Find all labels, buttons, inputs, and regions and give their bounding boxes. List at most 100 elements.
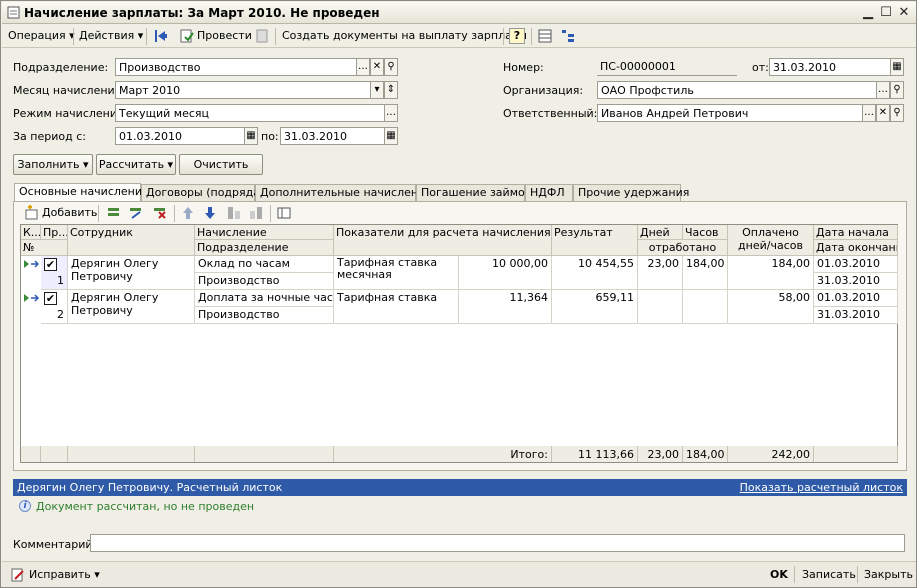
tab-other-deductions[interactable]: Прочие удержания bbox=[573, 184, 689, 201]
maximize-icon[interactable]: ☐ bbox=[878, 5, 894, 21]
accrual-cell[interactable]: Оклад по часам bbox=[195, 256, 334, 273]
select-button[interactable]: … bbox=[862, 104, 876, 122]
select-button[interactable]: … bbox=[384, 104, 398, 122]
indicator-cell[interactable]: Тарифная ставка месячная bbox=[334, 256, 459, 290]
indicator-value-cell[interactable]: 11,364 bbox=[459, 290, 552, 324]
result-cell[interactable]: 659,11 bbox=[552, 290, 638, 324]
post-icon[interactable] bbox=[179, 28, 195, 44]
col-indicators[interactable]: Показатели для расчета начисления bbox=[334, 225, 552, 256]
calculate-button[interactable]: Рассчитать ▾ bbox=[96, 154, 176, 175]
clear-button[interactable]: Очистить bbox=[179, 154, 263, 175]
add-icon[interactable] bbox=[24, 205, 40, 221]
date-end-cell[interactable]: 31.03.2010 bbox=[814, 273, 898, 290]
col-result[interactable]: Результат bbox=[552, 225, 638, 256]
select-button[interactable]: … bbox=[876, 81, 890, 99]
organization-field[interactable]: ОАО Профстиль bbox=[597, 81, 877, 99]
list-view-icon[interactable] bbox=[537, 28, 553, 44]
indicator-cell[interactable]: Тарифная ставка bbox=[334, 290, 459, 324]
unpost-icon[interactable] bbox=[254, 28, 270, 44]
minimize-icon[interactable]: ▁ bbox=[860, 5, 876, 21]
save-button[interactable]: Записать bbox=[802, 568, 856, 581]
sort-asc-icon[interactable] bbox=[226, 205, 242, 221]
fill-button[interactable]: Заполнить ▾ bbox=[13, 154, 93, 175]
create-payment-docs-button[interactable]: Создать документы на выплату зарплаты bbox=[282, 29, 527, 42]
table-row[interactable]: ✔ 2 Дерягин Олегу Петровичу Доплата за но… bbox=[21, 290, 898, 324]
subdivision-cell[interactable]: Производство bbox=[195, 307, 334, 324]
tab-contracts[interactable]: Договоры (подряда) bbox=[141, 184, 264, 201]
col-days[interactable]: Дней bbox=[638, 225, 683, 240]
close-button[interactable]: Закрыть bbox=[864, 568, 913, 581]
col-hours[interactable]: Часов bbox=[683, 225, 728, 240]
clear-icon[interactable]: ✕ bbox=[370, 58, 384, 76]
col-pr[interactable]: Пр... bbox=[41, 225, 68, 240]
date-field[interactable]: 31.03.2010 bbox=[769, 58, 891, 76]
date-end-cell[interactable]: 31.03.2010 bbox=[814, 307, 898, 324]
paid-cell[interactable]: 58,00 bbox=[728, 290, 814, 324]
edit-menu[interactable]: Исправить ▾ bbox=[29, 568, 100, 581]
employee-cell[interactable]: Дерягин Олегу Петровичу bbox=[68, 290, 195, 324]
copy-row-icon[interactable] bbox=[106, 205, 122, 221]
col-subdivision[interactable]: Подразделение bbox=[195, 240, 334, 256]
operation-menu[interactable]: Операция ▾ bbox=[8, 29, 75, 42]
subdivision-cell[interactable]: Производство bbox=[195, 273, 334, 290]
delete-row-icon[interactable] bbox=[152, 205, 168, 221]
col-employee[interactable]: Сотрудник bbox=[68, 225, 195, 256]
hours-cell[interactable]: 184,00 bbox=[683, 256, 728, 290]
select-button[interactable]: … bbox=[356, 58, 370, 76]
calendar-icon[interactable]: ▦ bbox=[244, 127, 258, 145]
edit-row-icon[interactable] bbox=[128, 205, 144, 221]
accrual-cell[interactable]: Доплата за ночные часы bbox=[195, 290, 334, 307]
columns-icon[interactable] bbox=[276, 205, 292, 221]
sort-desc-icon[interactable] bbox=[248, 205, 264, 221]
tab-ndfl[interactable]: НДФЛ bbox=[525, 184, 573, 201]
period-to-field[interactable]: 31.03.2010 bbox=[280, 127, 385, 145]
spin-icon[interactable]: ⇕ bbox=[384, 81, 398, 99]
tab-main-accruals[interactable]: Основные начисления bbox=[14, 183, 149, 202]
add-button[interactable]: Добавить bbox=[42, 206, 97, 219]
paid-cell[interactable]: 184,00 bbox=[728, 256, 814, 290]
col-date-start[interactable]: Дата начала bbox=[814, 225, 898, 240]
employee-cell[interactable]: Дерягин Олегу Петровичу bbox=[68, 256, 195, 290]
date-start-cell[interactable]: 01.03.2010 bbox=[814, 256, 898, 273]
actions-menu[interactable]: Действия ▾ bbox=[79, 29, 143, 42]
tab-additional-accruals[interactable]: Дополнительные начисления bbox=[255, 184, 432, 201]
period-from-field[interactable]: 01.03.2010 bbox=[115, 127, 245, 145]
open-icon[interactable]: ⚲ bbox=[890, 104, 904, 122]
active-checkbox[interactable]: ✔ bbox=[44, 292, 57, 305]
responsible-field[interactable]: Иванов Андрей Петрович bbox=[597, 104, 863, 122]
col-accrual[interactable]: Начисление bbox=[195, 225, 334, 240]
department-field[interactable]: Производство bbox=[115, 58, 357, 76]
days-cell[interactable] bbox=[638, 290, 683, 324]
dropdown-icon[interactable]: ▾ bbox=[370, 81, 384, 99]
close-icon[interactable]: ✕ bbox=[896, 5, 912, 21]
arrow-left-icon[interactable] bbox=[153, 28, 169, 44]
post-button[interactable]: Провести bbox=[197, 29, 252, 42]
open-icon[interactable]: ⚲ bbox=[890, 81, 904, 99]
calendar-icon[interactable]: ▦ bbox=[890, 58, 904, 76]
table-row[interactable]: ✔ 1 Дерягин Олегу Петровичу Оклад по часа… bbox=[21, 256, 898, 290]
open-icon[interactable]: ⚲ bbox=[384, 58, 398, 76]
mode-field[interactable]: Текущий месяц bbox=[115, 104, 385, 122]
month-field[interactable]: Март 2010 bbox=[115, 81, 371, 99]
move-down-icon[interactable] bbox=[202, 205, 218, 221]
hours-cell[interactable] bbox=[683, 290, 728, 324]
comment-field[interactable] bbox=[90, 534, 905, 552]
col-no[interactable]: № bbox=[21, 240, 68, 256]
active-checkbox[interactable]: ✔ bbox=[44, 258, 57, 271]
col-paid[interactable]: Оплачено дней/часов bbox=[728, 225, 814, 256]
col-date-end[interactable]: Дата окончания bbox=[814, 240, 898, 256]
clear-icon[interactable]: ✕ bbox=[876, 104, 890, 122]
days-cell[interactable]: 23,00 bbox=[638, 256, 683, 290]
indicator-value-cell[interactable]: 10 000,00 bbox=[459, 256, 552, 290]
move-up-icon[interactable] bbox=[180, 205, 196, 221]
date-start-cell[interactable]: 01.03.2010 bbox=[814, 290, 898, 307]
ok-button[interactable]: OK bbox=[770, 568, 788, 581]
number-field[interactable]: ПС-00000001 bbox=[597, 58, 737, 76]
calendar-icon[interactable]: ▦ bbox=[384, 127, 398, 145]
show-payslip-link[interactable]: Показать расчетный листок bbox=[740, 481, 903, 494]
edit-icon[interactable] bbox=[10, 567, 26, 583]
tab-loan-repayment[interactable]: Погашение займов bbox=[416, 184, 531, 201]
result-cell[interactable]: 10 454,55 bbox=[552, 256, 638, 290]
structure-icon[interactable] bbox=[560, 28, 576, 44]
help-icon[interactable]: ? bbox=[509, 28, 525, 44]
